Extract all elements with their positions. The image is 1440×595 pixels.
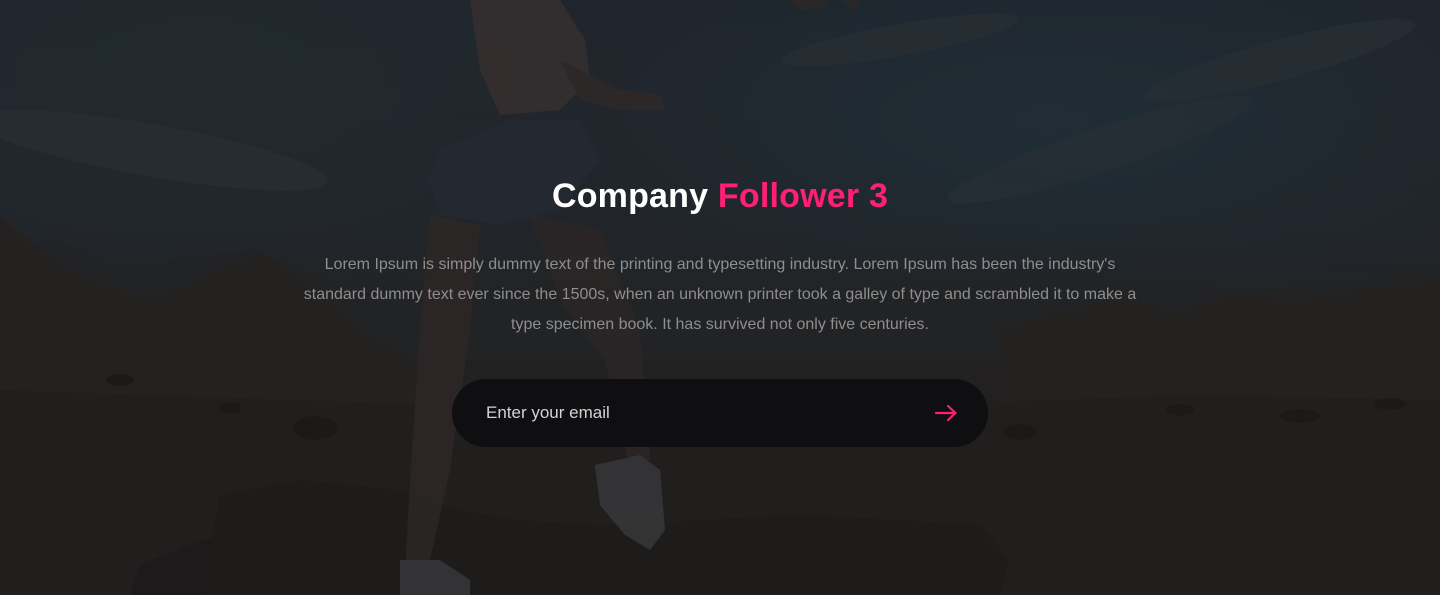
hero-title-main: Company xyxy=(551,177,709,215)
arrow-right-icon xyxy=(926,393,966,433)
hero-content: Company Follower 3 Lorem Ipsum is simply… xyxy=(0,0,1440,595)
subscribe-submit-button[interactable] xyxy=(926,393,966,433)
subscribe-form xyxy=(452,379,988,447)
hero-section: Company Follower 3 Lorem Ipsum is simply… xyxy=(0,0,1440,595)
hero-description: Lorem Ipsum is simply dummy text of the … xyxy=(303,256,1137,333)
email-input[interactable] xyxy=(486,379,906,447)
hero-title-accent: Follower 3 xyxy=(717,177,889,215)
hero-title: Company Follower 3 xyxy=(0,174,1440,218)
